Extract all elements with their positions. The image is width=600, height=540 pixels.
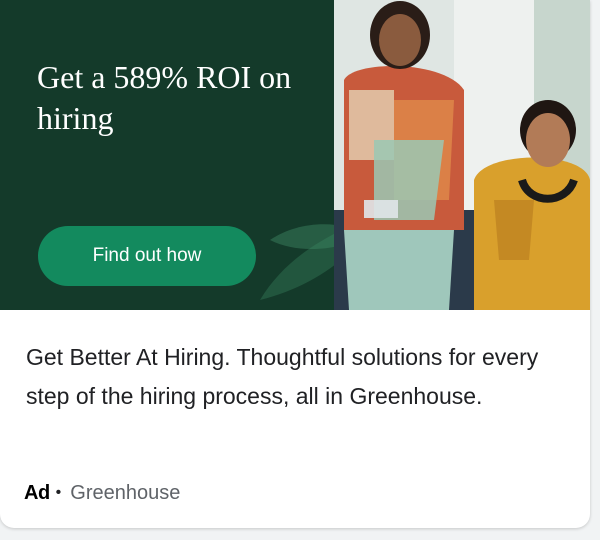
ad-card[interactable]: Get a 589% ROI on hiring Find out how Ge… (0, 0, 590, 528)
advertiser-name[interactable]: Greenhouse (70, 482, 180, 505)
separator-dot: • (55, 484, 62, 501)
ad-description[interactable]: Get Better At Hiring. Thoughtful solutio… (26, 338, 566, 416)
ad-banner[interactable]: Get a 589% ROI on hiring Find out how (0, 0, 590, 310)
find-out-how-button[interactable]: Find out how (38, 226, 256, 286)
two-people-photo (334, 0, 590, 310)
ad-label: Ad (24, 481, 50, 504)
ad-footer: Ad • Greenhouse (24, 479, 180, 507)
banner-headline: Get a 589% ROI on hiring (37, 59, 292, 136)
